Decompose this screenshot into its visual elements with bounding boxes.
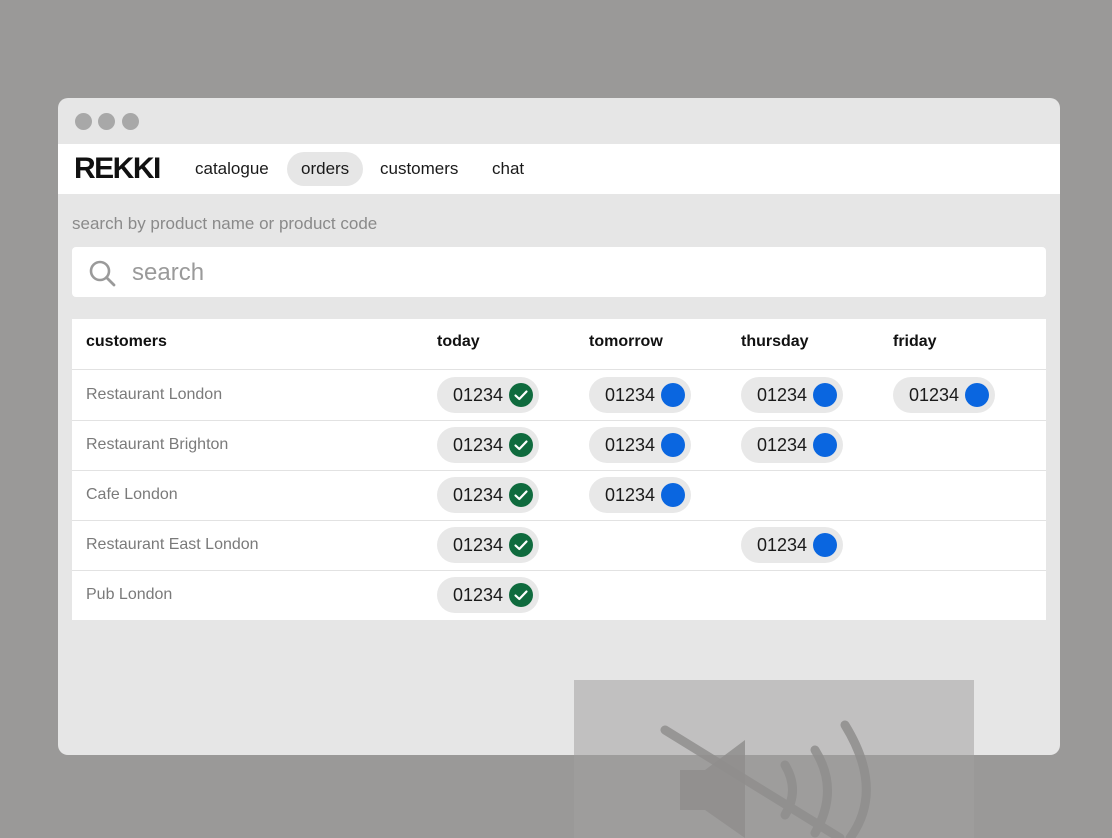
check-circle-icon bbox=[509, 533, 533, 557]
title-bar bbox=[58, 98, 1060, 144]
order-code: 01234 bbox=[757, 385, 808, 405]
blue-dot-icon bbox=[813, 383, 837, 407]
window-maximize-dot[interactable] bbox=[122, 113, 139, 130]
search-icon bbox=[89, 260, 116, 287]
order-code: 01234 bbox=[605, 385, 656, 405]
order-code: 01234 bbox=[757, 535, 808, 555]
column-header-friday: friday bbox=[893, 333, 937, 350]
app-window: REKKI catalogue orders customers chat se… bbox=[58, 98, 1060, 755]
nav-orders[interactable]: orders bbox=[287, 152, 364, 186]
customer-name: Cafe London bbox=[86, 486, 178, 503]
order-code: 01234 bbox=[453, 535, 504, 555]
order-pill-pending[interactable]: 01234 bbox=[741, 427, 843, 463]
table-row[interactable]: Cafe London 01234 01234 bbox=[72, 470, 1046, 521]
column-header-tomorrow: tomorrow bbox=[589, 333, 663, 350]
order-pill-pending[interactable]: 01234 bbox=[589, 477, 691, 513]
order-code: 01234 bbox=[605, 485, 656, 505]
order-code: 01234 bbox=[909, 385, 960, 405]
blue-dot-icon bbox=[813, 433, 837, 457]
customer-name: Pub London bbox=[86, 586, 173, 603]
column-header-today: today bbox=[437, 333, 480, 350]
order-code: 01234 bbox=[757, 435, 808, 455]
order-code: 01234 bbox=[453, 435, 504, 455]
nav-chat[interactable]: chat bbox=[478, 152, 538, 186]
order-pill-pending[interactable]: 01234 bbox=[741, 527, 843, 563]
check-circle-icon bbox=[509, 383, 533, 407]
order-pill-pending[interactable]: 01234 bbox=[741, 377, 843, 413]
table-row[interactable]: Restaurant London 01234 01234 01234 0123… bbox=[72, 370, 1046, 421]
brand-logo: REKKI bbox=[74, 152, 161, 185]
blue-dot-icon bbox=[661, 483, 685, 507]
order-pill-confirmed[interactable]: 01234 bbox=[437, 577, 539, 613]
order-pill-confirmed[interactable]: 01234 bbox=[437, 377, 539, 413]
order-pill-pending[interactable]: 01234 bbox=[589, 377, 691, 413]
search-input[interactable] bbox=[130, 252, 1034, 294]
customer-name: Restaurant East London bbox=[86, 536, 259, 553]
column-header-thursday: thursday bbox=[741, 333, 809, 350]
blue-dot-icon bbox=[965, 383, 989, 407]
nav-catalogue[interactable]: catalogue bbox=[181, 152, 283, 186]
search-label: search by product name or product code bbox=[72, 214, 378, 233]
blue-dot-icon bbox=[813, 533, 837, 557]
order-code: 01234 bbox=[605, 435, 656, 455]
order-pill-pending[interactable]: 01234 bbox=[893, 377, 995, 413]
blue-dot-icon bbox=[661, 433, 685, 457]
check-circle-icon bbox=[509, 483, 533, 507]
customer-name: Restaurant Brighton bbox=[86, 436, 229, 453]
orders-table: customers today tomorrow thursday friday… bbox=[72, 319, 1046, 620]
customer-name: Restaurant London bbox=[86, 386, 223, 403]
blue-dot-icon bbox=[661, 383, 685, 407]
check-circle-icon bbox=[509, 583, 533, 607]
check-circle-icon bbox=[509, 433, 533, 457]
window-close-dot[interactable] bbox=[75, 113, 92, 130]
table-row[interactable]: Restaurant Brighton 01234 01234 01234 bbox=[72, 420, 1046, 471]
top-nav: REKKI catalogue orders customers chat bbox=[58, 144, 1060, 194]
order-code: 01234 bbox=[453, 585, 504, 605]
order-code: 01234 bbox=[453, 385, 504, 405]
column-header-customers: customers bbox=[86, 333, 167, 350]
table-row[interactable]: Restaurant East London 01234 01234 bbox=[72, 520, 1046, 571]
table-row[interactable]: Pub London 01234 bbox=[72, 570, 1046, 620]
nav-customers[interactable]: customers bbox=[366, 152, 472, 186]
table-header: customers today tomorrow thursday friday bbox=[72, 319, 1046, 370]
order-pill-confirmed[interactable]: 01234 bbox=[437, 427, 539, 463]
search-box[interactable] bbox=[72, 247, 1046, 297]
muted-speaker-icon[interactable] bbox=[660, 715, 890, 838]
order-pill-confirmed[interactable]: 01234 bbox=[437, 477, 539, 513]
order-pill-pending[interactable]: 01234 bbox=[589, 427, 691, 463]
window-minimize-dot[interactable] bbox=[98, 113, 115, 130]
order-code: 01234 bbox=[453, 485, 504, 505]
order-pill-confirmed[interactable]: 01234 bbox=[437, 527, 539, 563]
